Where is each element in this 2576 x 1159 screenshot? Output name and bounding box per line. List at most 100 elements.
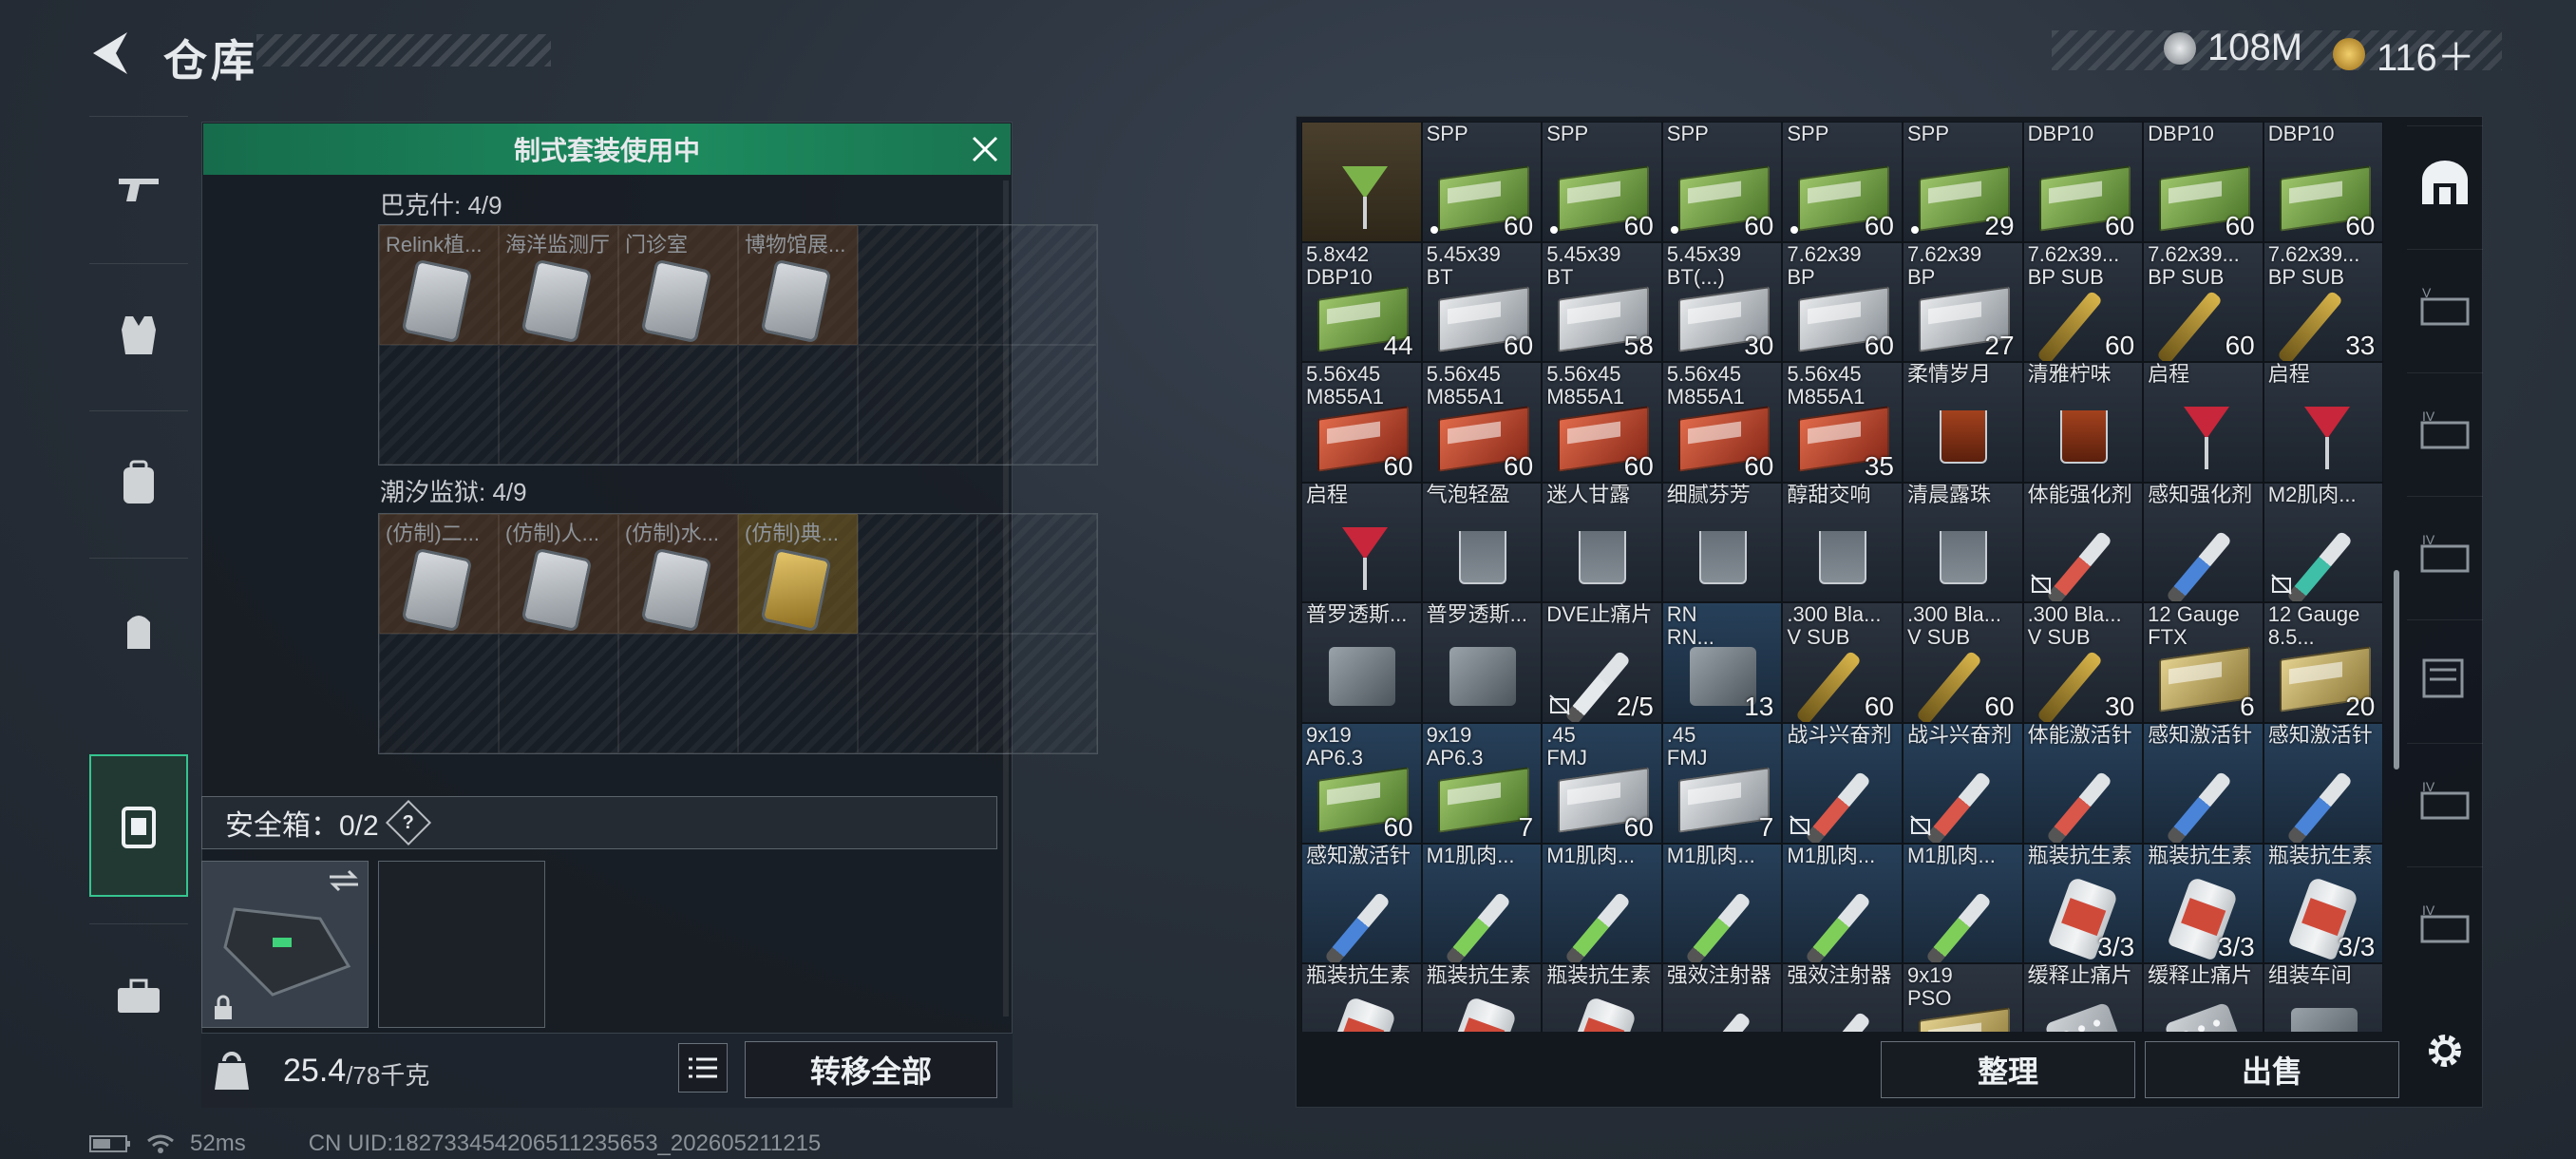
grid-item[interactable]: 5.56x45 M855A1 60 — [1542, 362, 1662, 483]
grid-item[interactable]: 感知激活针 — [2263, 722, 2384, 844]
set-item[interactable]: Relink植... — [379, 225, 499, 345]
grid-item[interactable]: 体能强化剂 — [2022, 482, 2144, 603]
grid-item[interactable]: SPP 29 — [1902, 122, 2023, 242]
tab-case-iv[interactable]: IV — [2407, 866, 2483, 980]
set-item[interactable]: 门诊室 — [618, 225, 738, 345]
grid-item[interactable]: 启程 — [1301, 482, 1422, 603]
grid-item[interactable]: 启程 — [2143, 362, 2263, 483]
grid-item[interactable] — [1301, 122, 1422, 242]
grid-item[interactable]: 细腻芬芳 — [1661, 482, 1783, 603]
grid-item[interactable]: 9x19 PSO — [1902, 963, 2023, 1032]
grid-item[interactable]: 迷人甘露 — [1542, 482, 1662, 603]
grid-item[interactable]: 醇甜交响 — [1782, 482, 1903, 603]
grid-item[interactable]: SPP 60 — [1782, 122, 1903, 242]
grid-item[interactable]: DVE止痛片 2/5 — [1542, 602, 1662, 723]
grid-item[interactable]: .300 Bla... V SUB 60 — [1902, 602, 2023, 723]
left-scrollbar[interactable] — [1003, 180, 1009, 1016]
tab-case-iv[interactable]: IV — [2407, 743, 2483, 857]
list-view-button[interactable] — [678, 1043, 728, 1092]
grid-item[interactable]: 5.56x45 M855A1 60 — [1421, 362, 1543, 483]
set-item[interactable]: (仿制)水... — [618, 514, 738, 634]
grid-item[interactable]: 瓶装抗生素 — [1542, 963, 1662, 1032]
grid-item[interactable]: .300 Bla... V SUB 30 — [2022, 602, 2144, 723]
settings-button[interactable] — [2420, 1026, 2470, 1075]
grid-item[interactable]: 12 Gauge 8.5... 20 — [2263, 602, 2384, 723]
grid-item[interactable]: 感知强化剂 — [2143, 482, 2263, 603]
nav-toolbox[interactable] — [89, 923, 188, 1066]
grid-item[interactable]: 感知激活针 — [1301, 843, 1422, 964]
tab-case-v[interactable]: V — [2407, 249, 2483, 363]
grid-item[interactable]: 缓释止痛片 — [2143, 963, 2263, 1032]
set-item[interactable]: (仿制)人... — [499, 514, 618, 634]
grid-item[interactable]: 启程 — [2263, 362, 2384, 483]
grid-item[interactable]: 5.45x39 BT 58 — [1542, 241, 1662, 363]
grid-item[interactable]: SPP 60 — [1542, 122, 1662, 242]
back-button[interactable] — [84, 25, 137, 82]
grid-item[interactable]: DBP10 60 — [2263, 122, 2384, 242]
set-item[interactable]: (仿制)典... — [738, 514, 858, 634]
grid-item[interactable]: 战斗兴奋剂 — [1902, 722, 2023, 844]
grid-item[interactable]: 5.56x45 M855A1 60 — [1301, 362, 1422, 483]
grid-item[interactable]: M2肌肉... — [2263, 482, 2384, 603]
nav-vest[interactable] — [89, 263, 188, 406]
grid-item[interactable]: 瓶装抗生素 3/3 — [2022, 843, 2144, 964]
grid-item[interactable]: 普罗透斯... — [1301, 602, 1422, 723]
grid-item[interactable]: 感知激活针 — [2143, 722, 2263, 844]
grid-item[interactable]: SPP 60 — [1421, 122, 1543, 242]
grid-item[interactable]: 5.56x45 M855A1 60 — [1661, 362, 1783, 483]
nav-pouch[interactable] — [89, 558, 188, 700]
grid-item[interactable]: DBP10 60 — [2143, 122, 2263, 242]
grid-item[interactable]: .45 FMJ 7 — [1661, 722, 1783, 844]
grid-item[interactable]: 瓶装抗生素 — [1421, 963, 1543, 1032]
grid-item[interactable]: 9x19 AP6.3 60 — [1301, 722, 1422, 844]
grid-item[interactable]: 瓶装抗生素 3/3 — [2263, 843, 2384, 964]
tab-case-iv[interactable]: IV — [2407, 372, 2483, 486]
grid-item[interactable]: 强效注射器 — [1782, 963, 1903, 1032]
nav-weapon[interactable] — [89, 116, 188, 258]
currency-silver[interactable]: 108M — [2164, 27, 2302, 69]
set-item[interactable]: (仿制)二... — [379, 514, 499, 634]
grid-item[interactable]: DBP10 60 — [2022, 122, 2144, 242]
sell-button[interactable]: 出售 — [2145, 1041, 2399, 1098]
grid-item[interactable]: RN RN... 13 — [1661, 602, 1783, 723]
grid-item[interactable]: 12 Gauge FTX 6 — [2143, 602, 2263, 723]
grid-item[interactable]: M1肌肉... — [1661, 843, 1783, 964]
grid-item[interactable]: 7.62x39... BP SUB 60 — [2143, 241, 2263, 363]
grid-item[interactable]: 气泡轻盈 — [1421, 482, 1543, 603]
currency-gold[interactable]: 116＋ — [2333, 27, 2475, 82]
grid-item[interactable]: 清雅柠味 — [2022, 362, 2144, 483]
grid-item[interactable]: M1肌肉... — [1421, 843, 1543, 964]
nav-secure-case[interactable] — [89, 754, 188, 897]
tab-case-iv[interactable]: IV — [2407, 496, 2483, 610]
grid-item[interactable]: 组装车间 — [2263, 963, 2384, 1032]
grid-item[interactable]: 强效注射器 — [1661, 963, 1783, 1032]
grid-item[interactable]: 7.62x39 BP 60 — [1782, 241, 1903, 363]
grid-item[interactable]: 战斗兴奋剂 — [1782, 722, 1903, 844]
grid-item[interactable]: 体能激活针 — [2022, 722, 2144, 844]
sort-button[interactable]: 整理 — [1881, 1041, 2135, 1098]
grid-scrollbar[interactable] — [2394, 570, 2399, 770]
grid-item[interactable]: M1肌肉... — [1542, 843, 1662, 964]
safe-box-slot-empty[interactable] — [378, 861, 545, 1028]
grid-item[interactable]: .300 Bla... V SUB 60 — [1782, 602, 1903, 723]
grid-item[interactable]: 柔情岁月 — [1902, 362, 2023, 483]
grid-item[interactable]: 清晨露珠 — [1902, 482, 2023, 603]
grid-item[interactable]: 普罗透斯... — [1421, 602, 1543, 723]
grid-item[interactable]: 缓释止痛片 — [2022, 963, 2144, 1032]
tab-folder[interactable] — [2407, 619, 2483, 733]
grid-item[interactable]: 7.62x39... BP SUB 60 — [2022, 241, 2144, 363]
grid-item[interactable]: 瓶装抗生素 3/3 — [2143, 843, 2263, 964]
grid-item[interactable]: 7.62x39... BP SUB 33 — [2263, 241, 2384, 363]
grid-item[interactable]: M1肌肉... — [1902, 843, 2023, 964]
safe-box-slot[interactable] — [201, 861, 369, 1028]
set-item[interactable]: 博物馆展... — [738, 225, 858, 345]
tab-bunker[interactable] — [2407, 125, 2483, 239]
close-button[interactable] — [965, 129, 1005, 169]
grid-item[interactable]: M1肌肉... — [1782, 843, 1903, 964]
transfer-all-button[interactable]: 转移全部 — [745, 1041, 997, 1098]
grid-item[interactable]: 9x19 AP6.3 7 — [1421, 722, 1543, 844]
help-icon[interactable]: ? — [385, 799, 431, 846]
grid-item[interactable]: 5.56x45 M855A1 35 — [1782, 362, 1903, 483]
grid-item[interactable]: .45 FMJ 60 — [1542, 722, 1662, 844]
grid-item[interactable]: 5.8x42 DBP10 44 — [1301, 241, 1422, 363]
